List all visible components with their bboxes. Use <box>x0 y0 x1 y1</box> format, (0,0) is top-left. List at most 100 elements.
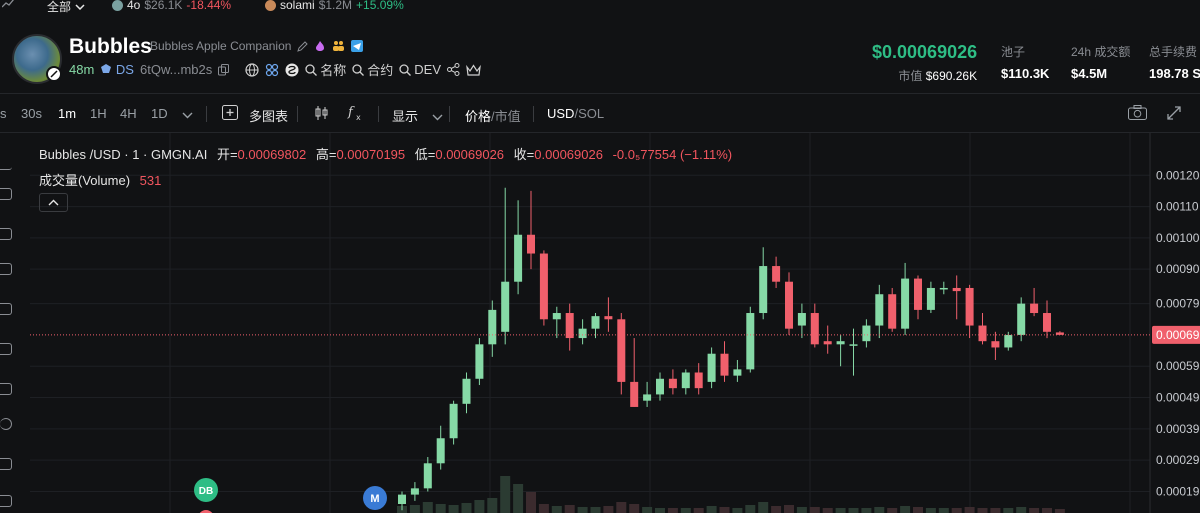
edit-icon[interactable] <box>297 40 309 52</box>
ticker-filter-dropdown[interactable]: 全部 <box>47 0 85 15</box>
pattern-tool-icon[interactable] <box>0 263 12 275</box>
token-avatar-icon <box>265 0 276 11</box>
price-chart-svg[interactable]: 0.00120 0.00110 0.00100 0.00090 0.00079 0.000… <box>0 133 1200 513</box>
candle-body <box>810 313 819 345</box>
price-axis-tick: 0.00079 <box>1156 297 1200 311</box>
volume-bar <box>577 507 588 513</box>
candle-body <box>785 281 793 329</box>
chart-trend-icon[interactable] <box>2 0 14 8</box>
candle-body <box>991 341 1000 348</box>
interval-1d[interactable]: 1D <box>151 106 168 121</box>
interval-s[interactable]: s <box>0 106 7 121</box>
total-fee-label: 总手续费 <box>1149 45 1198 59</box>
emoji-tool-icon[interactable] <box>0 418 12 430</box>
volume-bar <box>564 505 575 513</box>
search-name-button[interactable]: 名称 <box>305 60 346 79</box>
candle-body <box>591 316 600 329</box>
volume-bar <box>1042 508 1052 513</box>
solscan-icon[interactable] <box>285 63 299 77</box>
candle-body <box>836 341 845 345</box>
bubble-map-icon[interactable] <box>265 63 279 77</box>
indicators-button[interactable]: fx <box>347 104 365 124</box>
search-dev-button[interactable]: DEV <box>399 62 441 77</box>
chevron-down-icon <box>75 3 85 10</box>
volume-bar <box>603 506 614 513</box>
collapse-legend-button[interactable] <box>39 193 68 212</box>
ds-label: DS <box>115 62 134 77</box>
ticker-item[interactable]: 4o $26.1K -18.44% <box>112 0 231 12</box>
currency-toggle[interactable]: USD/SOL <box>547 106 604 121</box>
display-label: 显示 <box>392 109 419 124</box>
telegram-icon[interactable] <box>351 40 364 52</box>
price-mcap-toggle[interactable]: 价格/市值 <box>465 106 521 125</box>
search-contract-button[interactable]: 合约 <box>352 60 393 79</box>
volume-bar <box>500 476 511 513</box>
svg-text:f: f <box>347 105 355 120</box>
price-toggle-option[interactable]: 价格 <box>465 109 491 124</box>
interval-1m[interactable]: 1m <box>58 106 76 121</box>
price-axis-tick: 0.00090 <box>1156 262 1200 276</box>
price-axis-tick: 0.00100 <box>1156 231 1200 245</box>
candle-body <box>849 344 858 346</box>
display-dropdown[interactable]: 显示 <box>392 106 443 125</box>
multi-chart-button[interactable]: 多图表 <box>249 106 288 125</box>
chart-type-button[interactable] <box>314 105 330 124</box>
price-axis: 0.00120 0.00110 0.00100 0.00090 0.00079 0.000… <box>1152 168 1200 498</box>
candle-body <box>707 353 716 382</box>
change-value: -0.0₅77554 (−1.11%) <box>612 147 733 162</box>
share-icon[interactable] <box>447 63 460 76</box>
ticker-change: +15.09% <box>356 0 404 12</box>
dex-screener-link[interactable]: DS <box>100 62 134 77</box>
candle-body <box>1043 313 1051 332</box>
candle-body <box>539 253 548 320</box>
candle-body <box>720 353 729 376</box>
candle-body <box>965 287 974 326</box>
brush-tool-icon[interactable] <box>0 343 12 355</box>
volume-bar <box>1016 507 1027 513</box>
crown-icon[interactable] <box>466 63 481 76</box>
token-avatar[interactable] <box>12 34 62 84</box>
screenshot-button[interactable] <box>1128 105 1147 123</box>
interval-dropdown[interactable] <box>182 107 193 122</box>
close-label: 收= <box>513 147 535 162</box>
volume-bar <box>693 508 704 513</box>
currency-usd-option[interactable]: USD <box>547 106 574 121</box>
interval-1h[interactable]: 1H <box>90 106 107 121</box>
mcap-toggle-option[interactable]: 市值 <box>495 109 521 124</box>
fib-tool-icon[interactable] <box>0 228 12 240</box>
ticker-item[interactable]: solami $1.2M +15.09% <box>265 0 404 12</box>
projection-tool-icon[interactable] <box>0 303 12 315</box>
copy-icon[interactable] <box>218 63 230 76</box>
candle-body <box>759 266 768 314</box>
legend-symbol: Bubbles /USD · 1 · GMGN.AI <box>39 147 208 162</box>
volume-bar <box>487 498 498 513</box>
volume-bar <box>538 504 549 513</box>
volume-bar <box>848 508 859 513</box>
interval-4h[interactable]: 4H <box>120 106 137 121</box>
text-tool-icon[interactable] <box>0 383 12 395</box>
add-indicator-button[interactable] <box>222 105 238 123</box>
zoom-tool-icon[interactable] <box>0 495 12 507</box>
volume-bar <box>977 508 988 513</box>
dex-screener-icon <box>101 64 112 73</box>
currency-sol-option[interactable]: SOL <box>578 106 604 121</box>
ruler-tool-icon[interactable] <box>0 458 12 470</box>
interval-30s[interactable]: 30s <box>21 106 42 121</box>
fullscreen-button[interactable] <box>1167 106 1181 123</box>
chart-container[interactable]: 0.00120 0.00110 0.00100 0.00090 0.00079 0.000… <box>0 132 1200 513</box>
candle-body <box>823 341 832 345</box>
crosshair-tool-icon[interactable] <box>0 158 12 170</box>
chevron-down-icon <box>182 112 193 119</box>
volume-bar <box>667 508 678 513</box>
candle-body <box>436 438 445 464</box>
token-meta-row: 48m DS 6tQw...mb2s 名称 合约 DEV <box>69 60 481 79</box>
candle-body <box>797 313 806 326</box>
token-avatar-icon <box>112 0 123 11</box>
volume-bar <box>706 506 717 513</box>
drawing-toolbar <box>0 133 14 513</box>
candle-body <box>565 313 574 339</box>
trend-line-tool-icon[interactable] <box>0 188 12 200</box>
volume-bar <box>526 492 536 513</box>
website-globe-icon[interactable] <box>245 62 259 77</box>
volume-bar <box>964 507 975 513</box>
